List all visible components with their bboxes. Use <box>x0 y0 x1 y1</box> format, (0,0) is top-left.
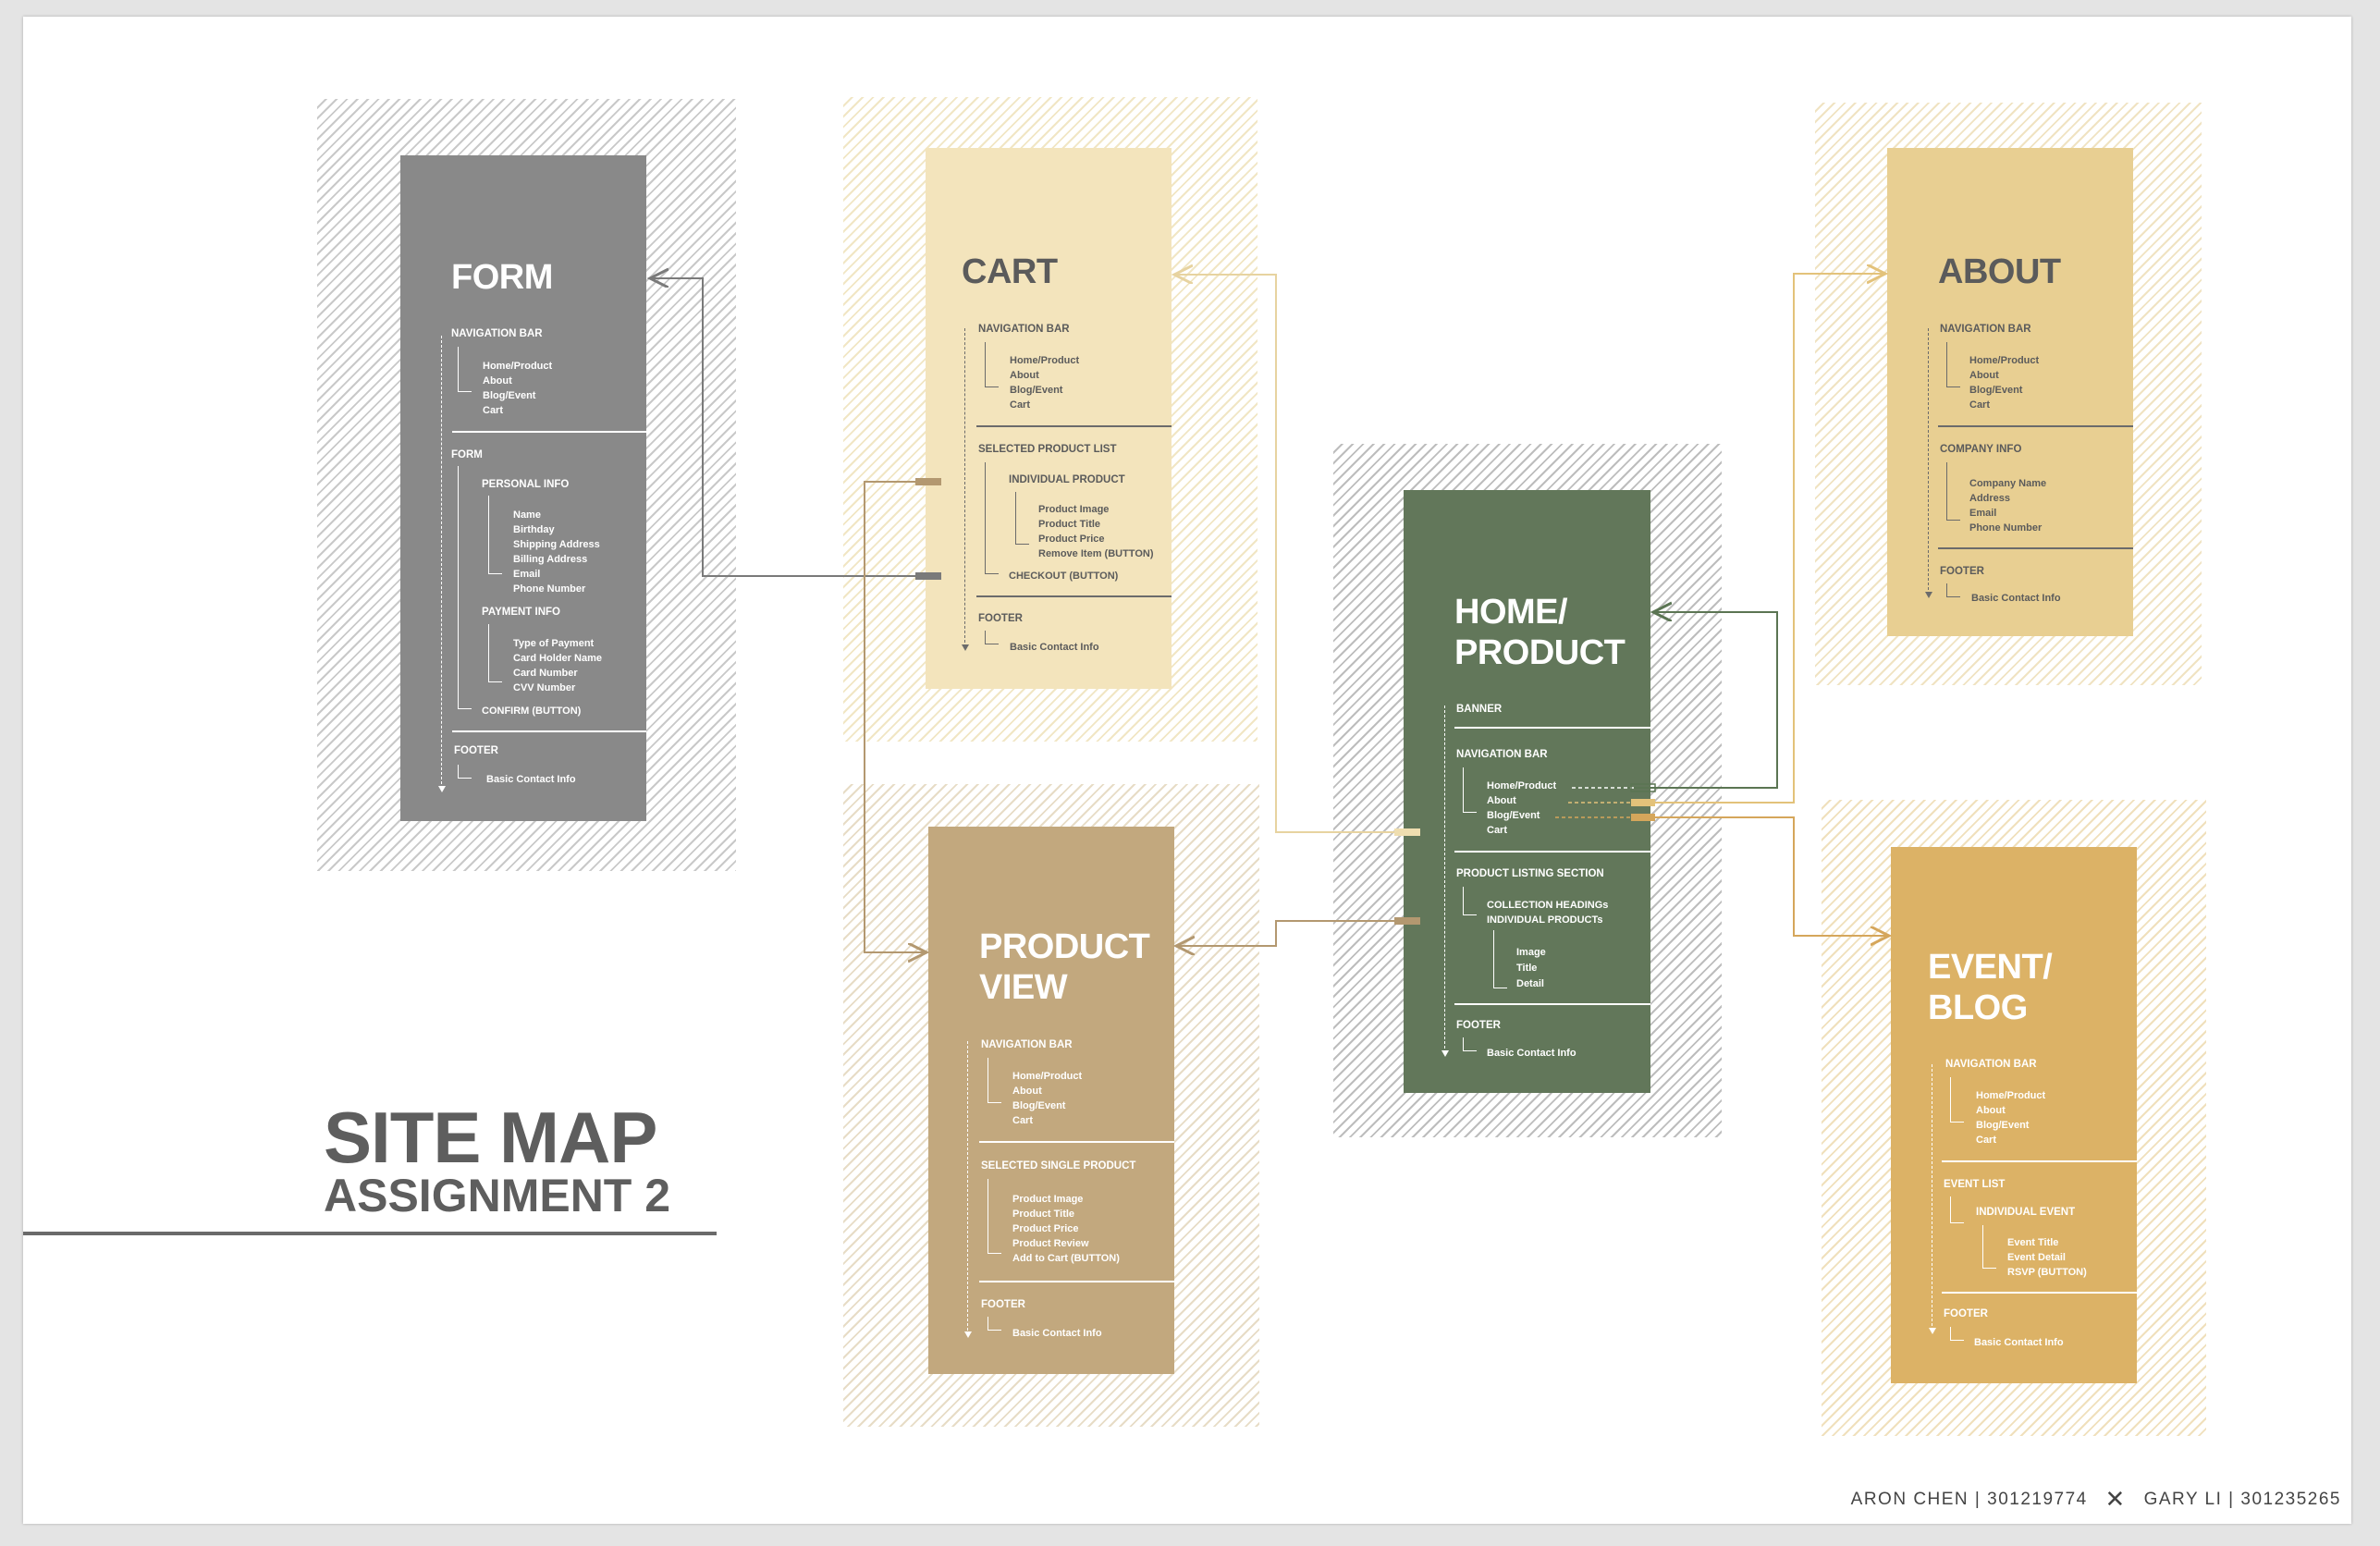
link-home-to-event-tab <box>1631 814 1655 821</box>
link-cart-to-form <box>650 278 926 577</box>
credit-author-1: ARON CHEN | 301219774 <box>1850 1490 2088 1509</box>
link-home-to-about <box>1655 274 1885 804</box>
page-subtitle: ASSIGNMENT 2 <box>324 1170 671 1221</box>
link-cart-to-product-view <box>864 481 926 952</box>
link-home-to-cart <box>1174 275 1404 833</box>
link-home-to-event <box>1655 816 1889 936</box>
link-home-to-product-view <box>1176 920 1404 946</box>
link-home-self <box>1572 612 1778 789</box>
credits: ARON CHEN | 301219774 ✕ GARY LI | 301235… <box>1851 1485 2341 1514</box>
title-underline <box>23 1232 717 1235</box>
page-title: SITE MAP <box>324 1097 657 1178</box>
close-icon: ✕ <box>2104 1485 2127 1513</box>
link-home-to-cart-tab <box>1394 828 1420 836</box>
connector-layer <box>0 0 2380 1546</box>
credit-author-2: GARY LI | 301235265 <box>2143 1490 2341 1509</box>
link-cart-to-form-tab <box>915 572 941 580</box>
link-home-to-about-tab <box>1631 799 1655 806</box>
link-home-to-product-view-tab <box>1394 917 1420 925</box>
link-cart-to-product-view-tab <box>915 478 941 485</box>
